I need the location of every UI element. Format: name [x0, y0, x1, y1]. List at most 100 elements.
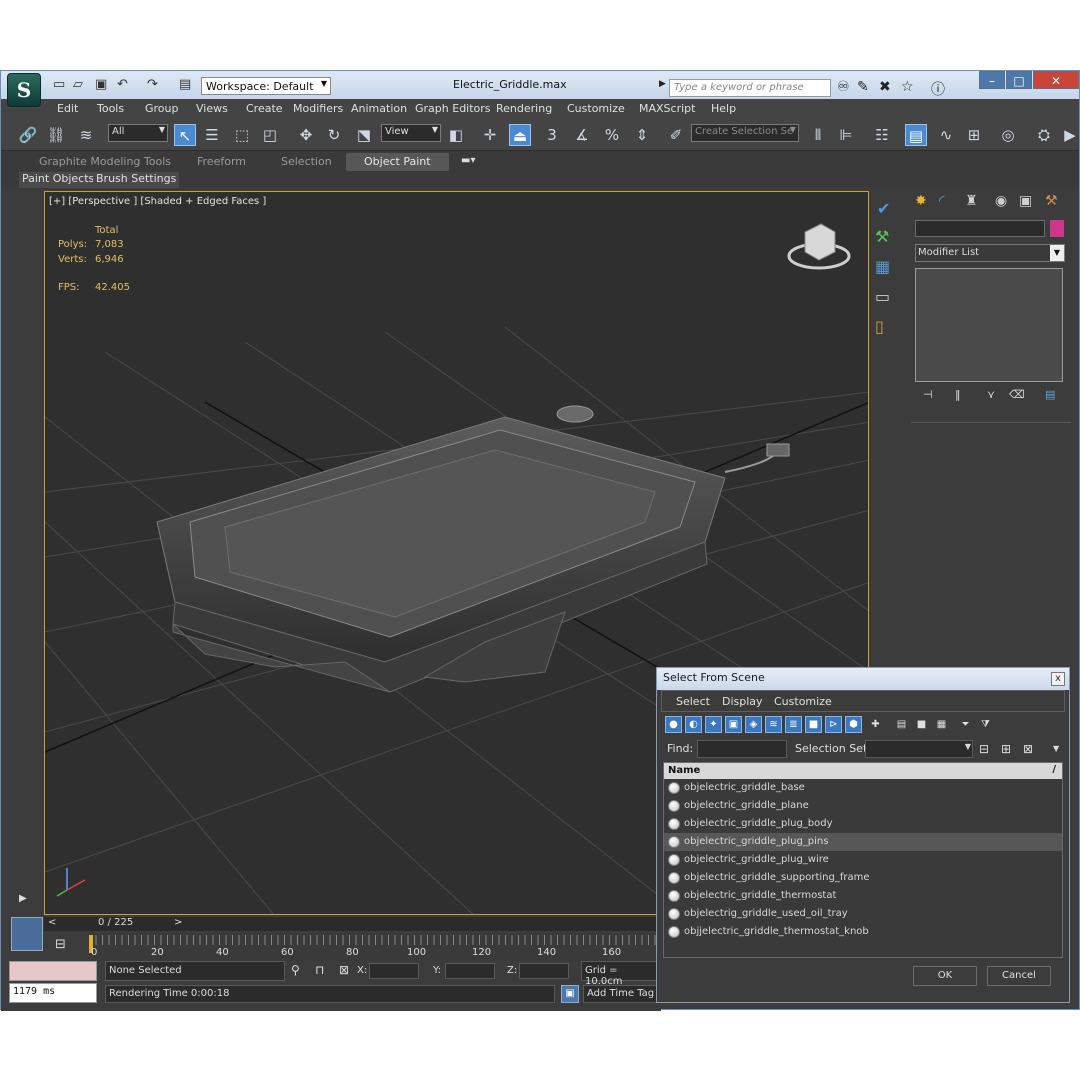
keyboard-shortcut-override-icon[interactable]: ⏏: [509, 124, 531, 146]
binoculars-icon[interactable]: ♾: [837, 79, 850, 95]
schematic-view-icon[interactable]: ⊞: [963, 124, 985, 146]
lock-icon[interactable]: ⊓: [315, 963, 324, 977]
favorites-star-icon[interactable]: ☆: [901, 79, 914, 95]
display-containers-icon[interactable]: ⬢: [845, 716, 862, 733]
move-icon[interactable]: ✥: [295, 124, 317, 146]
select-object-icon[interactable]: ↖: [174, 124, 196, 146]
sort-icon[interactable]: /: [1052, 764, 1056, 775]
rotate-icon[interactable]: ↻: [323, 124, 345, 146]
menu-edit[interactable]: Edit: [57, 102, 78, 115]
display-helpers-icon[interactable]: ◈: [745, 716, 762, 733]
edit-named-selection-icon[interactable]: ✐: [665, 124, 687, 146]
filter-icon[interactable]: ⏷: [957, 716, 974, 733]
render-setup-icon[interactable]: ⛭: [1033, 124, 1055, 146]
paint-objects-panel[interactable]: Paint Objects: [19, 172, 98, 188]
create-tab-icon[interactable]: ✸: [915, 193, 927, 209]
display-bones-icon[interactable]: ⊳: [825, 716, 842, 733]
play-icon[interactable]: ▶: [19, 893, 27, 904]
display-lights-icon[interactable]: ✦: [705, 716, 722, 733]
list-item[interactable]: objelectric_griddle_plug_wire: [664, 851, 1062, 869]
mini-listener[interactable]: [11, 917, 43, 951]
z-coordinate-field[interactable]: [519, 963, 569, 979]
show-end-result-icon[interactable]: ‖: [955, 388, 961, 401]
viewport-label[interactable]: [+] [Perspective ] [Shaded + Edged Faces…: [49, 196, 266, 207]
modifier-stack[interactable]: [915, 268, 1063, 382]
modify-tab-icon[interactable]: ◜: [939, 193, 944, 209]
viewcube[interactable]: [787, 223, 851, 270]
select-influences-icon[interactable]: ⊠: [1023, 742, 1033, 756]
menu-graph-editors[interactable]: Graph Editors: [415, 102, 491, 115]
material-editor-icon[interactable]: ◎: [997, 124, 1019, 146]
maximize-button[interactable]: □: [1006, 71, 1032, 89]
drill-icon[interactable]: ⚒: [875, 227, 889, 246]
list-item[interactable]: objjelectric_griddle_thermostat_knob: [664, 923, 1062, 941]
select-dependents-icon[interactable]: ⊞: [1001, 742, 1011, 756]
connect-icon[interactable]: ✖: [879, 79, 891, 95]
list-item[interactable]: objelectric_griddle_plug_body: [664, 815, 1062, 833]
tab-freeform[interactable]: Freeform: [197, 155, 246, 168]
selection-set-dropdown[interactable]: ▼: [865, 740, 973, 758]
rectangular-selection-icon[interactable]: ⬚: [231, 124, 253, 146]
list-item-selected[interactable]: objelectric_griddle_plug_pins: [664, 833, 1062, 851]
unlink-icon[interactable]: ⛓: [45, 124, 67, 146]
menu-tools[interactable]: Tools: [97, 102, 124, 115]
menu-help[interactable]: Help: [711, 102, 736, 115]
undo-icon[interactable]: ↶: [117, 77, 128, 92]
filter-options-icon[interactable]: ⧩: [977, 716, 994, 733]
reference-coordinate-dropdown[interactable]: View ▼: [381, 124, 441, 142]
pin-stack-icon[interactable]: ⊣: [923, 388, 933, 401]
select-by-name-icon[interactable]: ☰: [201, 124, 223, 146]
list-item[interactable]: objelectric_griddle_base: [664, 779, 1062, 797]
track-bar-icon[interactable]: ⊟: [55, 937, 66, 952]
graphite-toggle-icon[interactable]: ▤: [905, 124, 927, 146]
tab-selection[interactable]: Selection: [281, 155, 332, 168]
dialog-close-button[interactable]: x: [1051, 672, 1065, 686]
tab-graphite-modeling-tools[interactable]: Graphite Modeling Tools: [39, 155, 171, 168]
remove-modifier-icon[interactable]: ⌫: [1009, 388, 1025, 401]
time-slider[interactable]: < 0 / 225 >: [44, 917, 659, 931]
more-options-icon[interactable]: ▼: [1053, 744, 1059, 753]
find-input[interactable]: [697, 740, 787, 758]
dialog-menu-customize[interactable]: Customize: [774, 695, 832, 708]
object-color-swatch[interactable]: [1050, 220, 1064, 237]
snaps-toggle-icon[interactable]: 3: [541, 124, 563, 146]
menu-customize[interactable]: Customize: [567, 102, 625, 115]
add-time-tag-button[interactable]: Add Time Tag: [583, 985, 659, 1003]
named-selection-dropdown[interactable]: Create Selection Se ▼: [691, 124, 799, 142]
menu-rendering[interactable]: Rendering: [496, 102, 552, 115]
open-file-icon[interactable]: ▱: [73, 77, 83, 92]
monitor-icon[interactable]: ▭: [875, 287, 890, 306]
bind-space-warp-icon[interactable]: ≋: [75, 124, 97, 146]
expand-icon[interactable]: ▶: [659, 79, 666, 89]
redo-icon[interactable]: ↷: [147, 77, 158, 92]
display-geometry-icon[interactable]: ●: [665, 716, 682, 733]
dialog-menu-display[interactable]: Display: [722, 695, 763, 708]
render-frame-icon[interactable]: ▦: [875, 257, 890, 276]
griddle-model[interactable]: [156, 405, 790, 693]
spinner-snap-icon[interactable]: ⇕: [631, 124, 653, 146]
ok-button[interactable]: OK: [913, 966, 977, 986]
display-space-warps-icon[interactable]: ≋: [765, 716, 782, 733]
menu-maxscript[interactable]: MAXScript: [639, 102, 695, 115]
time-tag-icon[interactable]: ▣: [561, 985, 579, 1003]
y-coordinate-field[interactable]: [445, 963, 495, 979]
project-folder-icon[interactable]: ▤: [179, 77, 191, 92]
x-coordinate-field[interactable]: [369, 963, 419, 979]
workspace-dropdown[interactable]: Workspace: Default ▼: [201, 77, 331, 95]
app-menu-button[interactable]: S: [7, 73, 41, 107]
menu-create[interactable]: Create: [246, 102, 283, 115]
name-column-header[interactable]: Name /: [664, 763, 1062, 779]
menu-animation[interactable]: Animation: [351, 102, 407, 115]
curve-editor-icon[interactable]: ∿: [935, 124, 957, 146]
help-icon[interactable]: ⓘ: [931, 79, 945, 99]
tools-icon[interactable]: ✎: [857, 79, 869, 95]
brush-settings-panel[interactable]: Brush Settings: [93, 172, 180, 188]
angle-snap-icon[interactable]: ∡: [571, 124, 593, 146]
new-file-icon[interactable]: ▭: [53, 77, 65, 92]
minimize-button[interactable]: –: [979, 71, 1005, 89]
ribbon-options-icon[interactable]: ▬▾: [461, 155, 475, 166]
display-all-icon[interactable]: ▤: [893, 716, 910, 733]
lock-selection-icon[interactable]: ⚲: [291, 963, 300, 977]
mirror-icon[interactable]: ⫴: [807, 124, 829, 146]
list-item[interactable]: objelectric_griddle_thermostat: [664, 887, 1062, 905]
